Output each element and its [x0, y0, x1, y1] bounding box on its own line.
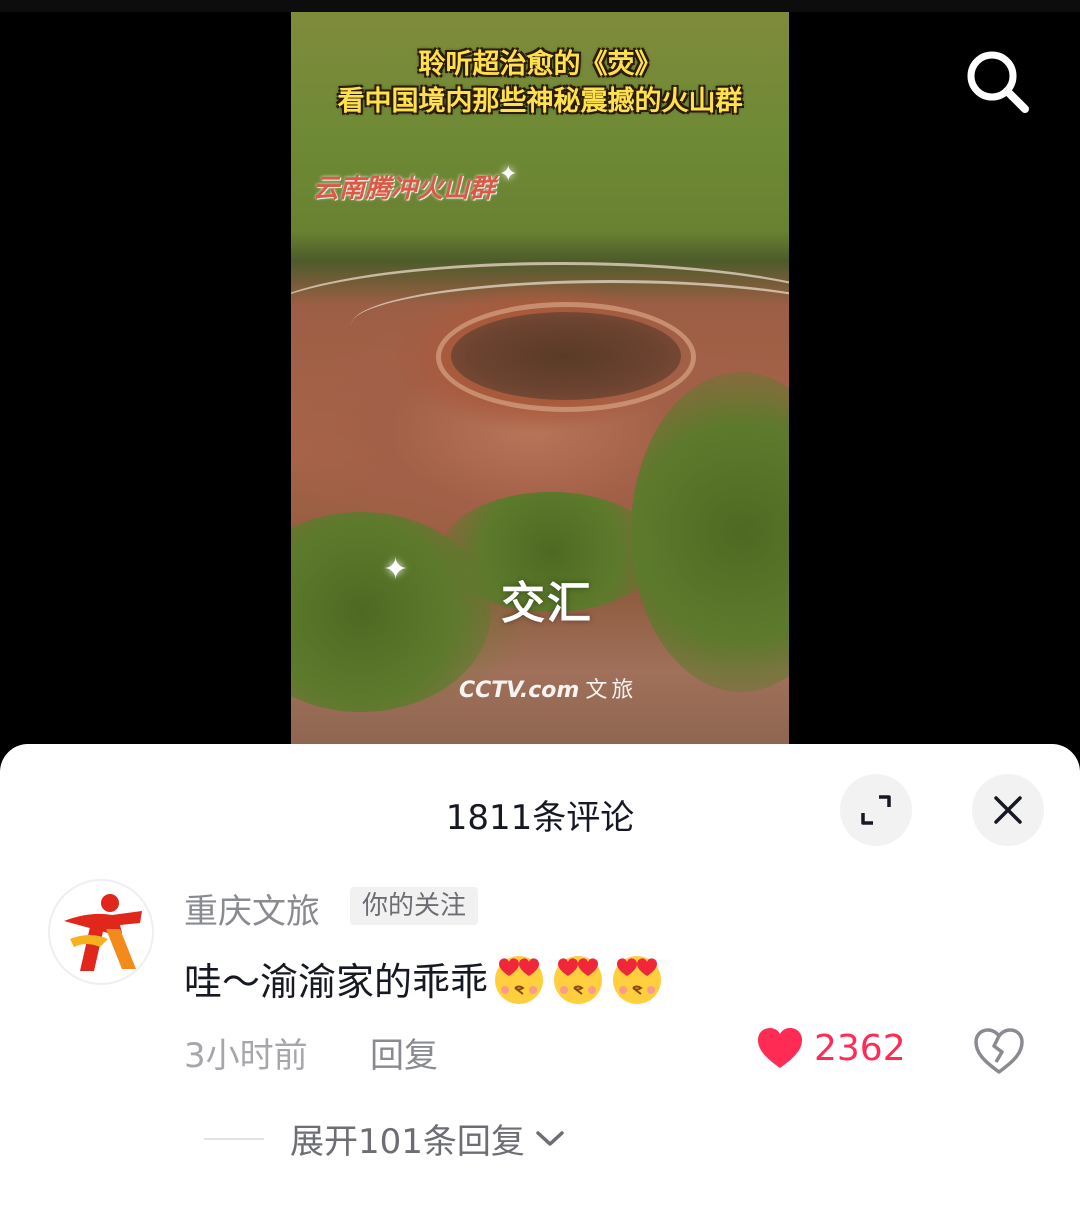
video-title-line2: 看中国境内那些神秘震撼的火山群 — [337, 86, 743, 117]
heart-eyes-kiss-emoji — [495, 956, 544, 1004]
close-icon — [994, 796, 1022, 824]
cctv-watermark: CCTV.com 文旅 — [459, 672, 637, 704]
comment-username[interactable]: 重庆文旅 — [184, 884, 320, 933]
expand-icon — [861, 795, 891, 825]
video-center-word: 交汇 — [501, 578, 593, 629]
comment-body: 哇～渝渝家的乖乖 — [184, 950, 665, 1006]
like-count: 2362 — [814, 1027, 906, 1069]
comments-sheet: 1811条评论 重庆文旅 你的关注 哇～渝渝家的乖乖 3小时前 回复 2362 … — [0, 744, 1080, 1213]
broken-heart-icon — [974, 1028, 1024, 1074]
dislike-button[interactable] — [972, 1026, 1026, 1076]
sparkle-icon: ✦ — [383, 552, 409, 587]
expand-replies-button[interactable]: 展开101条回复 — [204, 1114, 567, 1163]
close-button[interactable] — [972, 774, 1044, 846]
heart-icon — [758, 1028, 802, 1068]
watermark-logo: CCTV.com — [459, 678, 580, 703]
location-caption: 云南腾冲火山群 — [313, 174, 496, 204]
status-bar — [0, 0, 1080, 12]
expand-replies-label: 展开101条回复 — [290, 1122, 525, 1162]
search-icon — [967, 51, 1029, 113]
search-button[interactable] — [962, 46, 1032, 116]
sparkle-icon: ✦ — [499, 162, 518, 187]
comment-text: 哇～渝渝家的乖乖 — [184, 959, 489, 1004]
expand-button[interactable] — [840, 774, 912, 846]
screen: 聆听超治愈的《荧》 看中国境内那些神秘震撼的火山群 云南腾冲火山群 ✦ ✦ 交汇… — [0, 0, 1080, 1213]
avatar[interactable] — [48, 879, 154, 985]
divider — [204, 1137, 264, 1140]
crater — [451, 312, 681, 400]
heart-eyes-kiss-emoji — [613, 956, 662, 1004]
video-title-line1: 聆听超治愈的《荧》 — [418, 49, 662, 80]
reply-button[interactable]: 回复 — [370, 1028, 438, 1077]
chevron-down-icon — [536, 1130, 564, 1146]
follow-status-badge: 你的关注 — [350, 887, 479, 925]
comment-timestamp: 3小时前 — [184, 1036, 308, 1076]
heart-eyes-kiss-emoji — [554, 956, 603, 1004]
comments-count-title: 1811条评论 — [445, 798, 635, 838]
video-player[interactable]: 聆听超治愈的《荧》 看中国境内那些神秘震撼的火山群 云南腾冲火山群 ✦ ✦ 交汇… — [291, 12, 789, 744]
watermark-sub: 文旅 — [585, 678, 638, 703]
chongqing-tourism-logo — [64, 894, 142, 971]
like-button[interactable]: 2362 — [756, 1026, 906, 1070]
